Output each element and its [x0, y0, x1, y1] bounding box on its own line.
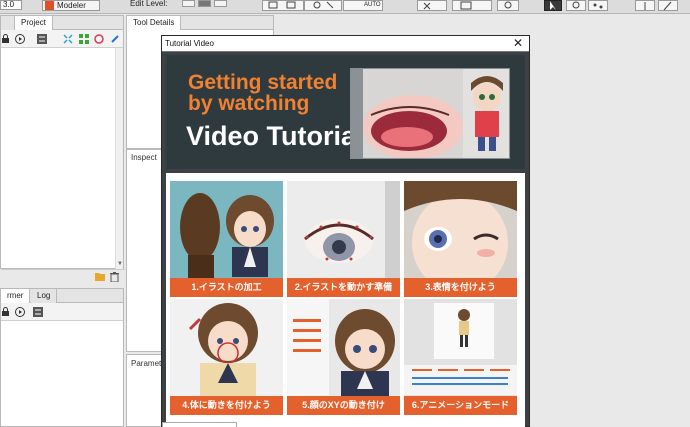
tile-caption: 1.イラストの加工 — [170, 278, 283, 297]
folder-icon[interactable] — [95, 272, 105, 281]
tile-caption: 4.体に動きを付けよう — [170, 396, 283, 415]
modeler-icon — [45, 1, 54, 10]
deformer-panel: rmer Log — [0, 288, 124, 427]
tile-caption: 2.イラストを動かす準備 — [287, 278, 400, 297]
banner-editor-screenshot — [350, 68, 510, 159]
play-icon[interactable] — [15, 307, 25, 317]
tab-parts[interactable] — [1, 16, 15, 30]
tool-details-tabbar: Tool Details — [127, 16, 273, 30]
tutorial-tile-5[interactable]: 5.顔のXYの動き付け — [287, 299, 400, 415]
video-tutorials-banner[interactable]: Getting started by watching Video Tutori… — [166, 55, 525, 169]
select-tool-button[interactable] — [544, 0, 562, 11]
dialog-titlebar: Tutorial Video ✕ — [162, 36, 529, 52]
version-value: 3.0 — [3, 0, 15, 9]
project-icon-row — [1, 30, 123, 48]
banner-line-1: Getting started — [188, 71, 338, 94]
pen-tool-button[interactable] — [658, 0, 678, 11]
version-select[interactable]: 3.0 — [0, 0, 22, 10]
toolbar-group-3[interactable] — [417, 0, 447, 11]
tutorial-video-dialog: Tutorial Video ✕ Getting started by watc… — [161, 35, 530, 427]
tab-deformer[interactable]: rmer — [1, 289, 31, 303]
rotate-tool-button[interactable] — [566, 0, 586, 11]
deformer-tabbar: rmer Log — [1, 289, 123, 303]
swap-icon[interactable] — [37, 34, 47, 44]
tab-log[interactable]: Log — [31, 289, 58, 303]
tutorial-tile-grid: 1.イラストの加工 2.イラストを動かす準備 3.表情を付けよう 4.体に動きを… — [166, 173, 525, 427]
tutorial-tile-2[interactable]: 2.イラストを動かす準備 — [287, 181, 400, 297]
tab-project[interactable]: Project — [15, 16, 53, 30]
scroll-down-icon[interactable]: ▼ — [117, 261, 123, 267]
project-tabbar: Project — [1, 16, 123, 30]
auto-button[interactable]: AUTO — [343, 0, 383, 11]
tile-caption: 5.顔のXYの動き付け — [287, 396, 400, 415]
toolbar-group-5[interactable] — [497, 0, 519, 11]
target-icon[interactable] — [94, 34, 104, 44]
project-panel: Project ▼ — [0, 15, 125, 282]
pen-icon[interactable] — [110, 34, 120, 44]
edit-level-label: Edit Level: — [130, 0, 168, 8]
grid-icon[interactable] — [79, 34, 89, 44]
mode-select[interactable]: Modeler — [42, 0, 100, 11]
tutorial-tile-6[interactable]: 6.アニメーションモード — [404, 299, 517, 415]
close-icon[interactable]: ✕ — [513, 37, 523, 50]
divider — [1, 269, 125, 270]
edit-level-3[interactable] — [214, 0, 227, 7]
edit-level-2[interactable] — [198, 0, 211, 7]
project-scrollbar[interactable]: ▼ — [115, 48, 123, 269]
top-toolbar: 3.0 Modeler Edit Level: AUTO — [0, 0, 690, 14]
deformer-icon-row — [1, 303, 123, 321]
toolbar-group-1[interactable] — [262, 0, 304, 11]
lock-icon[interactable] — [1, 34, 11, 44]
swap-icon[interactable] — [33, 307, 43, 317]
edit-level-1[interactable] — [182, 0, 195, 7]
inspector-title: Inspect — [131, 153, 157, 162]
trash-icon[interactable] — [110, 272, 119, 282]
dialog-title: Tutorial Video — [165, 39, 214, 48]
toolbar-group-2[interactable] — [304, 0, 342, 11]
dialog-bottom-control[interactable] — [162, 422, 237, 427]
tutorial-tile-1[interactable]: 1.イラストの加工 — [170, 181, 283, 297]
toolbar-group-4[interactable] — [452, 0, 492, 11]
mode-label: Modeler — [57, 1, 86, 10]
tutorial-tile-4[interactable]: 4.体に動きを付けよう — [170, 299, 283, 415]
play-icon[interactable] — [15, 34, 25, 44]
auto-label: AUTO — [364, 2, 381, 8]
tile-caption: 6.アニメーションモード — [404, 396, 517, 415]
tile-caption: 3.表情を付けよう — [404, 278, 517, 297]
tab-tool-details[interactable]: Tool Details — [127, 16, 182, 30]
transform-tool-button[interactable] — [588, 0, 608, 11]
banner-line-2: by watching — [188, 92, 310, 115]
pin-tool-button[interactable] — [635, 0, 655, 11]
lock-icon[interactable] — [1, 307, 11, 317]
tutorial-tile-3[interactable]: 3.表情を付けよう — [404, 181, 517, 297]
expand-icon[interactable] — [63, 34, 73, 44]
